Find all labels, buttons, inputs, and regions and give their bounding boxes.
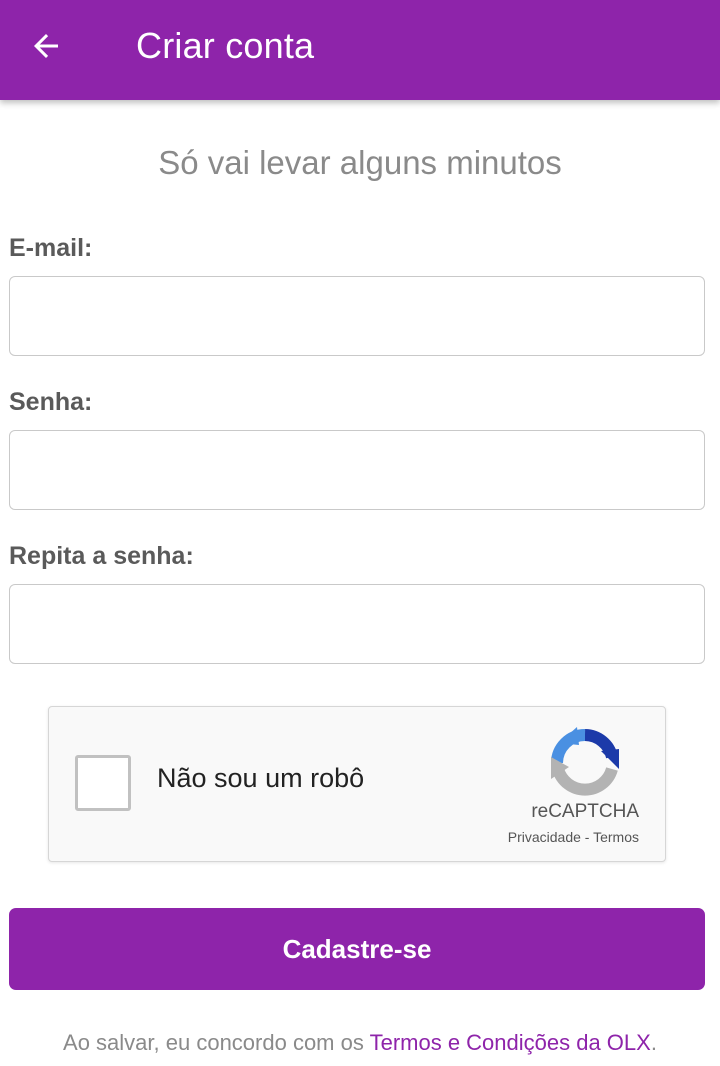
- recaptcha-link-separator: -: [580, 829, 594, 845]
- terms-prefix: Ao salvar, eu concordo com os: [63, 1030, 370, 1055]
- arrow-left-icon: [34, 34, 58, 58]
- terms-notice: Ao salvar, eu concordo com os Termos e C…: [0, 1030, 720, 1056]
- recaptcha-checkbox[interactable]: [75, 755, 131, 811]
- password-field[interactable]: [9, 430, 705, 510]
- page-title: Criar conta: [136, 25, 315, 66]
- terms-link[interactable]: Termos e Condições da OLX: [370, 1030, 651, 1055]
- recaptcha-terms-link[interactable]: Termos: [593, 829, 639, 845]
- recaptcha-widget: Não sou um robô reCAPTCHA Privacidade - …: [48, 706, 666, 862]
- signup-screen: Criar conta Só vai levar alguns minutos …: [0, 0, 720, 1066]
- email-label: E-mail:: [9, 234, 93, 262]
- repeat-password-field[interactable]: [9, 584, 705, 664]
- back-button[interactable]: [22, 22, 70, 70]
- terms-suffix: .: [650, 1030, 657, 1055]
- app-bar: Criar conta: [0, 0, 720, 100]
- recaptcha-brand: reCAPTCHA: [531, 801, 639, 822]
- recaptcha-privacy-link[interactable]: Privacidade: [508, 829, 581, 845]
- repeat-password-label: Repita a senha:: [9, 542, 194, 570]
- subtitle: Só vai levar alguns minutos: [158, 144, 562, 181]
- password-label: Senha:: [9, 388, 93, 416]
- recaptcha-logo-icon: [551, 727, 619, 796]
- signup-button[interactable]: Cadastre-se: [9, 908, 705, 990]
- email-field[interactable]: [9, 276, 705, 356]
- recaptcha-label: Não sou um robô: [157, 763, 365, 793]
- recaptcha-links: Privacidade - Termos: [508, 829, 639, 845]
